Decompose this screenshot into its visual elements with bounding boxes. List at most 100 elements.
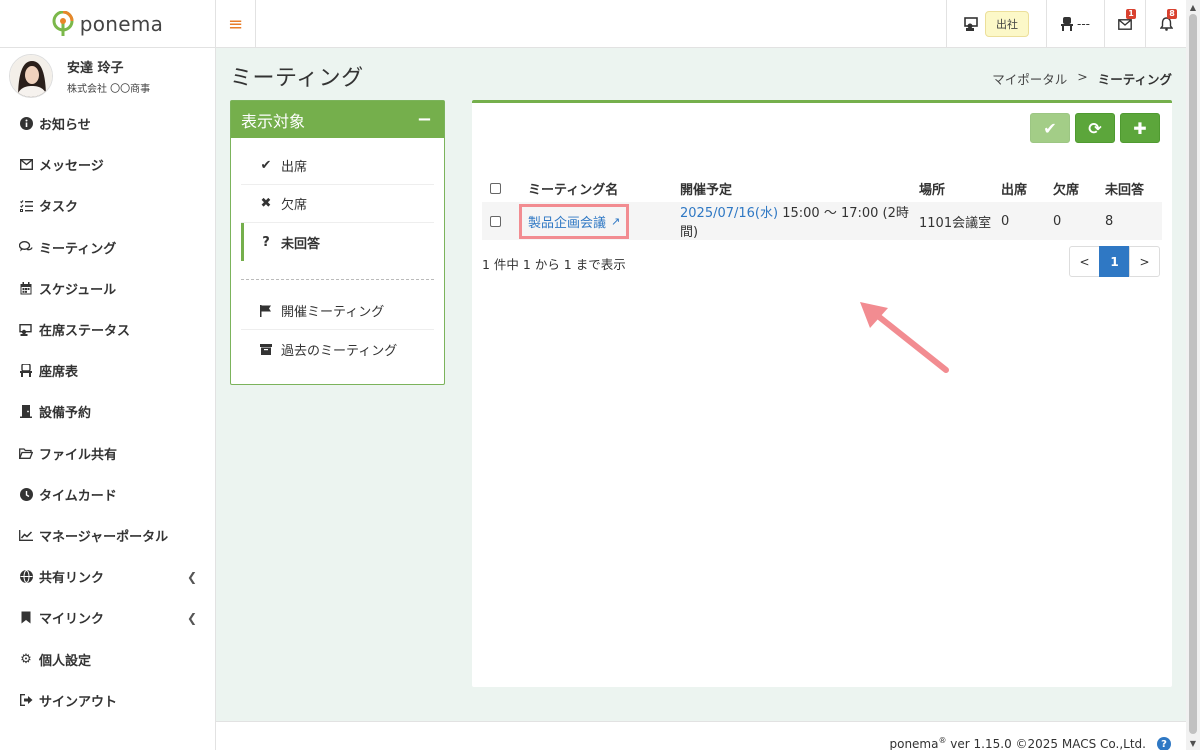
sidebar-item-label: スケジュール bbox=[39, 282, 117, 298]
seat-icon bbox=[19, 364, 33, 378]
plus-icon: ✚ bbox=[1133, 118, 1147, 138]
x-icon: ✖ bbox=[260, 196, 272, 211]
sidebar-item-my-links[interactable]: マイリンク ❮ bbox=[0, 597, 215, 638]
chevron-left-icon: ❮ bbox=[186, 569, 197, 584]
sidebar-item-meetings[interactable]: ミーティング bbox=[0, 227, 215, 268]
refresh-button[interactable]: ⟳ bbox=[1075, 113, 1115, 143]
notification-badge: 8 bbox=[1167, 9, 1177, 19]
collapse-button[interactable]: − bbox=[417, 109, 432, 130]
column-header-place[interactable]: 場所 bbox=[911, 174, 993, 202]
table-row: 製品企画会議 ↗ 2025/07/16(水) 15:00 〜 17:00 (2時… bbox=[482, 202, 1162, 240]
notification-button[interactable]: 8 bbox=[1145, 0, 1186, 48]
filter-item-unanswered[interactable]: ? 未回答 bbox=[241, 223, 434, 261]
footer-version: ver 1.15.0 ©2025 MACS Co.,Ltd. bbox=[946, 737, 1146, 750]
filter-item-label: 未回答 bbox=[281, 236, 321, 252]
scrollbar[interactable]: ▲ ▼ bbox=[1186, 0, 1200, 750]
sidebar-item-presence[interactable]: 在席ステータス bbox=[0, 309, 215, 350]
pagination-page[interactable]: 1 bbox=[1099, 246, 1130, 277]
pagination-next[interactable]: > bbox=[1129, 246, 1160, 277]
sidebar-item-notices[interactable]: お知らせ bbox=[0, 103, 215, 144]
sidebar: 安達 玲子 株式会社 〇〇商事 お知らせ メッセージ タスク ミーティング スケ… bbox=[0, 48, 216, 750]
check-icon: ✔ bbox=[1043, 118, 1057, 138]
check-icon: ✔ bbox=[260, 158, 272, 173]
sidebar-item-schedule[interactable]: スケジュール bbox=[0, 268, 215, 309]
page-title: ミーティング bbox=[230, 66, 364, 91]
top-bar: ponema ≡ 出社 --- 1 8 bbox=[0, 0, 1186, 48]
presence-icon bbox=[19, 323, 33, 337]
sidebar-item-label: ファイル共有 bbox=[39, 447, 118, 463]
add-meeting-button[interactable]: ✚ bbox=[1120, 113, 1160, 143]
scroll-up-icon[interactable]: ▲ bbox=[1186, 0, 1200, 14]
chart-icon bbox=[19, 528, 33, 542]
sidebar-item-timecard[interactable]: タイムカード bbox=[0, 474, 215, 515]
chevron-left-icon: ❮ bbox=[186, 610, 197, 625]
meeting-date-link[interactable]: 2025/07/16(水) bbox=[680, 206, 778, 221]
filter-panel-title: 表示対象 bbox=[241, 111, 306, 131]
user-company: 株式会社 〇〇商事 bbox=[67, 84, 151, 95]
info-icon bbox=[19, 117, 33, 131]
row-select-cell bbox=[482, 202, 520, 240]
sidebar-item-facility-booking[interactable]: 設備予約 bbox=[0, 391, 215, 432]
user-profile[interactable]: 安達 玲子 株式会社 〇〇商事 bbox=[0, 48, 215, 104]
sidebar-item-messages[interactable]: メッセージ bbox=[0, 144, 215, 185]
sidebar-item-tasks[interactable]: タスク bbox=[0, 185, 215, 226]
help-icon[interactable]: ? bbox=[1157, 737, 1171, 750]
column-header-date[interactable]: 開催予定 bbox=[672, 174, 911, 202]
mail-button[interactable]: 1 bbox=[1104, 0, 1145, 48]
menu-toggle-button[interactable]: ≡ bbox=[216, 0, 256, 48]
seat-status[interactable]: --- bbox=[1046, 0, 1104, 48]
sidebar-item-personal-settings[interactable]: ⚙ 個人設定 bbox=[0, 638, 215, 679]
column-header-absent[interactable]: 欠席 bbox=[1045, 174, 1097, 202]
filter-panel: 表示対象 − ✔ 出席 ✖ 欠席 ? 未回答 開催ミーティング 過去のミーティン… bbox=[230, 100, 445, 385]
main-content: ミーティング マイポータル > ミーティング 表示対象 − ✔ 出席 ✖ 欠席 … bbox=[216, 48, 1186, 721]
external-link-icon[interactable]: ↗ bbox=[611, 215, 620, 228]
link-past-meetings[interactable]: 過去のミーティング bbox=[241, 330, 434, 368]
scroll-thumb[interactable] bbox=[1189, 14, 1197, 734]
filter-item-attend[interactable]: ✔ 出席 bbox=[241, 147, 434, 185]
row-checkbox[interactable] bbox=[490, 215, 501, 227]
pagination-prev[interactable]: < bbox=[1069, 246, 1100, 277]
status-badge: 出社 bbox=[985, 11, 1029, 37]
meeting-name-link[interactable]: 製品企画会議 bbox=[528, 212, 606, 231]
column-header-name[interactable]: ミーティング名 bbox=[520, 174, 672, 202]
filter-list: ✔ 出席 ✖ 欠席 ? 未回答 bbox=[231, 138, 444, 261]
globe-icon bbox=[19, 570, 33, 584]
sidebar-item-label: タイムカード bbox=[39, 488, 117, 504]
annotation-arrow-icon bbox=[860, 302, 949, 373]
footer: ponema® ver 1.15.0 ©2025 MACS Co.,Ltd. ? bbox=[216, 721, 1186, 750]
sidebar-item-sign-out[interactable]: サインアウト bbox=[0, 680, 215, 721]
presence-status[interactable]: 出社 bbox=[946, 0, 1046, 48]
footer-copyright: ponema® ver 1.15.0 ©2025 MACS Co.,Ltd. bbox=[889, 736, 1146, 750]
seat-icon bbox=[1061, 17, 1073, 31]
sidebar-item-label: 個人設定 bbox=[39, 653, 92, 669]
select-all-cell bbox=[482, 174, 520, 202]
sidebar-item-shared-links[interactable]: 共有リンク ❮ bbox=[0, 556, 215, 597]
confirm-button[interactable]: ✔ bbox=[1030, 113, 1070, 143]
highlight-box: 製品企画会議 ↗ bbox=[519, 203, 630, 239]
scroll-down-icon[interactable]: ▼ bbox=[1186, 736, 1200, 750]
filter-item-absent[interactable]: ✖ 欠席 bbox=[241, 185, 434, 223]
sidebar-item-manager-portal[interactable]: マネージャーポータル bbox=[0, 515, 215, 556]
sidebar-item-label: お知らせ bbox=[39, 118, 91, 134]
envelope-icon bbox=[1118, 18, 1132, 30]
logo[interactable]: ponema bbox=[0, 0, 216, 48]
column-header-attend[interactable]: 出席 bbox=[993, 174, 1045, 202]
meeting-list-panel: ✔ ⟳ ✚ ミーティング名 開催予定 場所 出席 欠席 未回答 製品企画会議 ↗… bbox=[472, 100, 1172, 687]
chat-icon bbox=[19, 240, 33, 254]
filter-item-label: 欠席 bbox=[281, 198, 308, 213]
sidebar-item-label: サインアウト bbox=[39, 694, 118, 710]
clock-icon bbox=[19, 487, 33, 501]
sidebar-item-seat-map[interactable]: 座席表 bbox=[0, 350, 215, 391]
question-icon: ? bbox=[262, 234, 270, 250]
column-header-unanswered[interactable]: 未回答 bbox=[1097, 174, 1162, 202]
pagination: < 1 > bbox=[1069, 246, 1160, 277]
select-all-checkbox[interactable] bbox=[490, 182, 501, 194]
breadcrumb-parent-link[interactable]: マイポータル bbox=[992, 69, 1067, 88]
filter-item-label: 出席 bbox=[281, 160, 308, 175]
link-hosted-meetings[interactable]: 開催ミーティング bbox=[241, 292, 434, 330]
sidebar-item-label: 座席表 bbox=[39, 365, 79, 381]
hamburger-icon: ≡ bbox=[227, 13, 244, 35]
gear-icon: ⚙ bbox=[20, 651, 32, 667]
sidebar-item-file-sharing[interactable]: ファイル共有 bbox=[0, 433, 215, 474]
brand-name: ponema bbox=[79, 12, 164, 36]
